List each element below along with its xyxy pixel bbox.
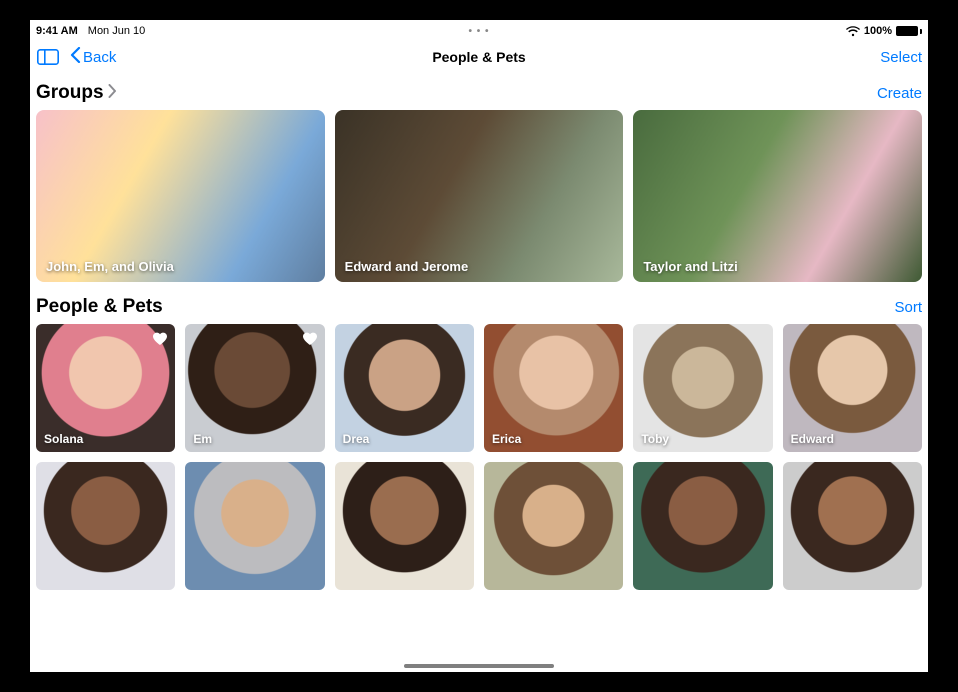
battery-percentage: 100% <box>864 25 892 37</box>
status-time: 9:41 AM <box>36 25 78 37</box>
person-label: Drea <box>343 432 370 446</box>
person-card[interactable] <box>185 462 324 590</box>
person-label: Solana <box>44 432 83 446</box>
sort-button[interactable]: Sort <box>894 299 922 316</box>
person-card[interactable]: Erica <box>484 324 623 452</box>
multitask-indicator-icon[interactable]: • • • <box>468 26 489 37</box>
person-card[interactable] <box>633 462 772 590</box>
wifi-icon <box>846 26 860 37</box>
person-card[interactable]: Toby <box>633 324 772 452</box>
people-title-label: People & Pets <box>36 296 163 318</box>
battery-icon <box>896 26 922 36</box>
person-label: Toby <box>641 432 669 446</box>
person-label: Em <box>193 432 212 446</box>
create-button[interactable]: Create <box>877 85 922 102</box>
status-right: 100% <box>846 25 922 37</box>
group-label: Taylor and Litzi <box>643 259 737 274</box>
heart-icon <box>151 330 169 348</box>
person-card[interactable] <box>36 462 175 590</box>
status-left: 9:41 AM Mon Jun 10 <box>36 25 145 37</box>
group-card[interactable]: Taylor and Litzi <box>633 110 922 282</box>
sidebar-toggle-icon[interactable] <box>36 47 60 67</box>
person-label: Edward <box>791 432 834 446</box>
groups-title-label: Groups <box>36 82 104 104</box>
home-indicator[interactable] <box>404 664 554 668</box>
group-label: John, Em, and Olivia <box>46 259 174 274</box>
person-label: Erica <box>492 432 521 446</box>
chevron-left-icon <box>70 47 81 67</box>
person-card[interactable]: Drea <box>335 324 474 452</box>
heart-icon <box>301 330 319 348</box>
group-card[interactable]: John, Em, and Olivia <box>36 110 325 282</box>
chevron-right-icon <box>108 82 117 104</box>
people-grid: Solana Em Drea Erica Toby <box>36 324 922 590</box>
select-button[interactable]: Select <box>880 49 922 66</box>
back-label: Back <box>83 49 116 66</box>
people-title: People & Pets <box>36 296 163 318</box>
groups-header: Groups Create <box>36 82 922 104</box>
person-card[interactable]: Edward <box>783 324 922 452</box>
status-date: Mon Jun 10 <box>88 25 145 37</box>
back-button[interactable]: Back <box>70 47 116 67</box>
groups-title-button[interactable]: Groups <box>36 82 117 104</box>
person-card[interactable] <box>335 462 474 590</box>
page-title: People & Pets <box>432 49 525 65</box>
groups-row: John, Em, and Olivia Edward and Jerome T… <box>36 110 922 282</box>
person-card[interactable]: Em <box>185 324 324 452</box>
device-frame: 9:41 AM Mon Jun 10 • • • 100% <box>0 0 958 692</box>
screen: 9:41 AM Mon Jun 10 • • • 100% <box>30 20 928 672</box>
status-bar: 9:41 AM Mon Jun 10 • • • 100% <box>30 20 928 40</box>
nav-bar: Back People & Pets Select <box>30 40 928 74</box>
content: Groups Create John, Em, and Olivia Edwar… <box>30 74 928 672</box>
group-label: Edward and Jerome <box>345 259 469 274</box>
people-header: People & Pets Sort <box>36 296 922 318</box>
person-card[interactable] <box>484 462 623 590</box>
person-card[interactable] <box>783 462 922 590</box>
person-card[interactable]: Solana <box>36 324 175 452</box>
group-card[interactable]: Edward and Jerome <box>335 110 624 282</box>
